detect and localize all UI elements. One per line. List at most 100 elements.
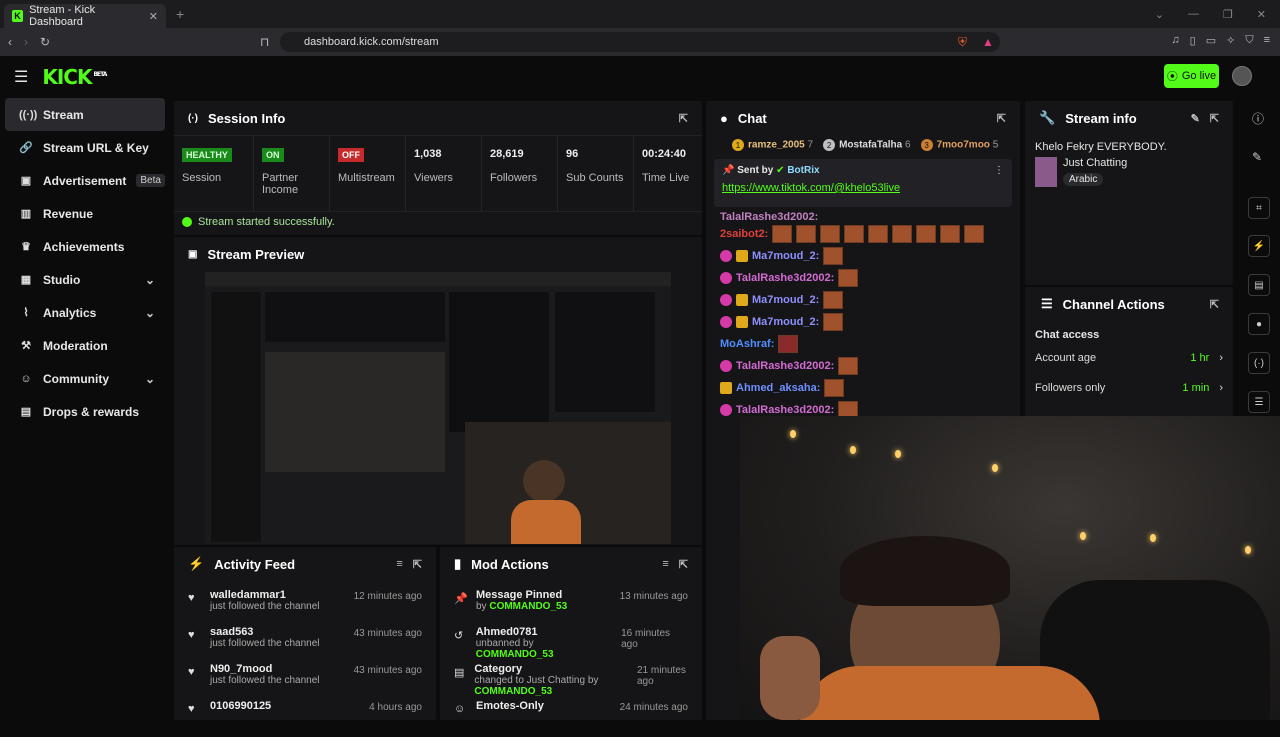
stat-viewers: 1,038 Viewers bbox=[406, 136, 482, 211]
kick-logo[interactable]: KICK BETA bbox=[42, 65, 107, 89]
media-icon[interactable]: ♫ bbox=[1171, 34, 1179, 47]
followers-only-row[interactable]: Followers only 1 min › bbox=[1025, 373, 1233, 403]
beta-badge: Beta bbox=[136, 174, 165, 187]
heart-icon: ♥ bbox=[188, 629, 195, 641]
session-info-panel: (·) Session Info ⇱ HEALTHY Session ON Partne… bbox=[174, 101, 702, 235]
stat-session: HEALTHY Session bbox=[174, 136, 254, 211]
stream-preview-video[interactable] bbox=[205, 272, 671, 544]
hamburger-menu-icon[interactable]: ☰ bbox=[14, 67, 28, 87]
sidebar-item-stream[interactable]: ((·)) Stream bbox=[5, 98, 165, 131]
popout-icon[interactable]: ⇱ bbox=[1210, 112, 1219, 125]
stream-info-panel: 🔧 Stream info ✎ ⇱ Khelo Fekry EVERYBODY. Ju… bbox=[1025, 101, 1233, 285]
stat-subs: 96 Sub Counts bbox=[558, 136, 634, 211]
sidebar-toggle-icon[interactable]: ▯ bbox=[1190, 34, 1196, 47]
sidebar-item-advertisement[interactable]: ▣ Advertisement Beta bbox=[5, 164, 165, 197]
account-age-row[interactable]: Account age 1 hr › bbox=[1025, 343, 1233, 373]
emote-icon: ☺ bbox=[454, 703, 466, 715]
list-item: ↺ Ahmed0781 unbanned by COMMANDO_53 16 minu… bbox=[454, 626, 671, 660]
popout-icon[interactable]: ⇱ bbox=[679, 112, 688, 125]
pen-icon[interactable]: ✎ bbox=[1252, 150, 1262, 164]
bar-chart-icon: ▥ bbox=[20, 208, 32, 220]
chevron-right-icon: › bbox=[1219, 382, 1223, 394]
chat-icon[interactable]: ● bbox=[1248, 313, 1270, 335]
url-field[interactable]: dashboard.kick.com/stream bbox=[280, 32, 1000, 52]
list-item: 📌 Message Pinned by COMMANDO_53 13 minutes … bbox=[454, 589, 688, 612]
pinned-message[interactable]: 📌 Sent by ✔ BotRix ⋮ https://www.tiktok.c… bbox=[714, 159, 1012, 207]
menu-icon[interactable]: ≡ bbox=[1264, 34, 1270, 47]
popout-icon[interactable]: ⇱ bbox=[997, 112, 1006, 125]
popout-icon[interactable]: ⇱ bbox=[1210, 298, 1219, 311]
heart-icon: ♥ bbox=[188, 703, 195, 715]
more-icon[interactable]: ⋮ bbox=[994, 165, 1004, 176]
reload-icon[interactable]: ↻ bbox=[40, 35, 50, 49]
sidebar-item-studio[interactable]: ▦ Studio ⌄ bbox=[5, 263, 165, 296]
panel-title: Stream info bbox=[1065, 110, 1137, 126]
browser-tab[interactable]: K Stream - Kick Dashboard ✕ bbox=[4, 4, 166, 28]
edit-icon[interactable]: ✎ bbox=[1191, 112, 1200, 125]
extensions-icon[interactable]: ✧ bbox=[1226, 34, 1235, 47]
bookmark-icon[interactable]: ⊓ bbox=[260, 35, 269, 49]
broadcast-icon[interactable]: (·) bbox=[1248, 352, 1270, 374]
filter-icon[interactable]: ≡ bbox=[662, 558, 668, 570]
stat-multistream: OFF Multistream bbox=[330, 136, 406, 211]
brave-shield-icon[interactable]: ⛨ bbox=[958, 35, 967, 50]
restore-icon[interactable]: ❐ bbox=[1223, 8, 1233, 21]
address-bar: ‹ › ↻ ⊓ dashboard.kick.com/stream ⛨ ▲ ♫ … bbox=[0, 28, 1280, 56]
check-icon bbox=[182, 217, 192, 227]
sidebar-item-analytics[interactable]: ⌇ Analytics ⌄ bbox=[5, 296, 165, 329]
info-icon[interactable]: ⓘ bbox=[1252, 110, 1264, 127]
sidebar-item-stream-url[interactable]: 🔗 Stream URL & Key bbox=[5, 131, 165, 164]
wallet-icon[interactable]: ▭ bbox=[1206, 34, 1216, 47]
link-icon: 🔗 bbox=[19, 142, 33, 154]
list-item: ♥ N90_7mood just followed the channel 43 mi… bbox=[188, 663, 422, 686]
sidebar-item-achievements[interactable]: ♛ Achievements bbox=[5, 230, 165, 263]
back-icon[interactable]: ‹ bbox=[8, 35, 12, 49]
status-badge: HEALTHY bbox=[182, 148, 232, 162]
minimize-icon[interactable]: — bbox=[1188, 8, 1199, 21]
activity-feed-panel: ⚡ Activity Feed ≡ ⇱ ♥ walledammar1 just follo… bbox=[174, 547, 436, 720]
mod-actions-panel: ▮ Mod Actions ≡ ⇱ 📌 Message Pinned by COMMAND… bbox=[440, 547, 702, 720]
status-badge: ON bbox=[262, 148, 284, 162]
vpn-icon[interactable]: ⛉ bbox=[1245, 34, 1253, 47]
language-tag: Arabic bbox=[1063, 173, 1104, 186]
popout-icon[interactable]: ⇱ bbox=[679, 558, 688, 571]
chevron-down-icon[interactable]: ⌄ bbox=[1155, 8, 1164, 21]
forward-icon[interactable]: › bbox=[24, 35, 28, 49]
list-item: ▤ Category changed to Just Chatting by COM… bbox=[454, 663, 686, 697]
sidebar-item-community[interactable]: ☺ Community ⌄ bbox=[5, 362, 165, 395]
bolt-icon[interactable]: ⚡ bbox=[1248, 235, 1270, 257]
close-tab-icon[interactable]: ✕ bbox=[149, 10, 158, 23]
analytics-icon: ⌇ bbox=[23, 307, 29, 319]
avatar[interactable] bbox=[1232, 66, 1252, 86]
sidebar-item-drops[interactable]: ▤ Drops & rewards bbox=[5, 395, 165, 428]
chat-message: Ma7moud_2: bbox=[706, 289, 1020, 311]
sidebar: ((·)) Stream 🔗 Stream URL & Key ▣ Advertise… bbox=[0, 98, 170, 720]
panel-title: Chat bbox=[737, 110, 767, 126]
pinned-link[interactable]: https://www.tiktok.com/@khelo53live bbox=[722, 182, 1004, 194]
list-item: ☺ Emotes-Only 24 minutes ago bbox=[454, 700, 688, 715]
success-banner: Stream started successfully. bbox=[174, 211, 702, 232]
notes-icon[interactable]: ▤ bbox=[1248, 274, 1270, 296]
chat-message: MoAshraf: bbox=[706, 333, 1020, 355]
studio-icon: ▦ bbox=[20, 274, 32, 286]
close-window-icon[interactable]: ✕ bbox=[1257, 8, 1266, 21]
queue-icon[interactable]: ☰ bbox=[1248, 391, 1270, 413]
chat-messages: TalalRashe3d2002: 2saibot2: Ma7moud_2: T… bbox=[706, 211, 1020, 421]
dashboard-topbar: ☰ KICK BETA ⦿ Go live bbox=[0, 56, 1280, 98]
go-live-button[interactable]: ⦿ Go live bbox=[1164, 64, 1219, 88]
sidebar-item-revenue[interactable]: ▥ Revenue bbox=[5, 197, 165, 230]
rewards-icon[interactable]: ▲ bbox=[982, 35, 994, 49]
chat-message: TalalRashe3d2002: bbox=[706, 267, 1020, 289]
pin-icon: 📌 bbox=[722, 165, 735, 176]
sidebar-item-moderation[interactable]: ⚒ Moderation bbox=[5, 329, 165, 362]
live-icon: ⦿ bbox=[1166, 71, 1178, 83]
community-icon: ☺ bbox=[20, 372, 32, 385]
status-badge: OFF bbox=[338, 148, 364, 162]
popout-icon[interactable]: ⇱ bbox=[413, 558, 422, 571]
chat-message: TalalRashe3d2002: bbox=[706, 355, 1020, 377]
category-icon: ▤ bbox=[454, 667, 465, 679]
filter-icon[interactable]: ≡ bbox=[396, 558, 402, 570]
chat-message: Ma7moud_2: bbox=[706, 245, 1020, 267]
new-tab-icon[interactable]: + bbox=[176, 6, 184, 22]
clip-icon[interactable]: ⌗ bbox=[1248, 197, 1270, 219]
